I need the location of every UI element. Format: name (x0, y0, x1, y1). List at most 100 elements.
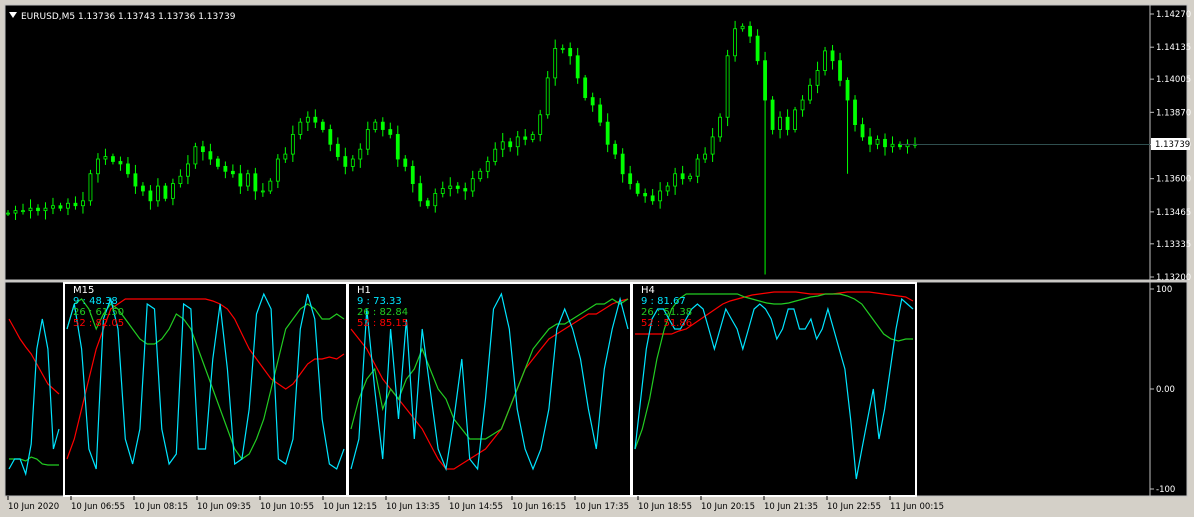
candle-body (178, 175, 183, 184)
time-tick-label: 10 Jun 16:15 (512, 502, 566, 512)
candle-body (455, 185, 460, 189)
candle-body (748, 25, 752, 37)
candle-body (335, 143, 340, 157)
candle-body (66, 202, 70, 209)
candle-body (283, 153, 288, 160)
candle-body (148, 190, 153, 202)
candle-body (845, 79, 850, 101)
candle-body (463, 188, 468, 192)
time-tick-label: 10 Jun 20:15 (701, 502, 755, 512)
candle-body (740, 25, 745, 30)
candle-body (275, 158, 280, 182)
candle-body (200, 146, 205, 153)
price-tick-label: 1.14135 (1156, 43, 1191, 53)
price-tick-label: 1.13335 (1156, 240, 1191, 250)
panel-legend-entry: 52 : 85.15 (357, 318, 408, 329)
candle-body (500, 141, 505, 150)
candle-body (193, 146, 198, 165)
candle-body (680, 173, 685, 180)
time-tick-label: 10 Jun 09:35 (197, 502, 251, 512)
candle-body (365, 129, 370, 150)
time-tick-label: 10 Jun 10:55 (260, 502, 314, 512)
candle-body (73, 202, 78, 207)
candle-body (688, 175, 693, 180)
chart-window: EURUSD,M5 1.13736 1.13743 1.13736 1.1373… (0, 0, 1194, 517)
candle-body (778, 116, 782, 130)
candle-body (350, 158, 355, 167)
candle-body (635, 183, 640, 194)
price-chart-area[interactable] (4, 4, 1188, 281)
candle-body (425, 200, 430, 207)
time-tick-label: 10 Jun 08:15 (134, 502, 188, 512)
candle-body (718, 116, 723, 138)
time-tick-label: 10 Jun 06:55 (71, 502, 125, 512)
panel-legend-entry: 9 : 81.67 (641, 296, 686, 307)
candle-body (568, 48, 573, 57)
candle-body (28, 207, 33, 212)
time-tick-label: 10 Jun 18:55 (638, 502, 692, 512)
panel-timeframe-label: H4 (641, 285, 655, 296)
candle-body (388, 129, 393, 135)
candle-body (268, 180, 273, 192)
price-tick-label: 1.14005 (1156, 75, 1191, 85)
candle-body (395, 134, 400, 160)
panel-timeframe-label: M15 (73, 285, 94, 296)
candle-body (305, 116, 310, 123)
candle-body (358, 148, 363, 160)
candle-body (785, 116, 790, 130)
candle-body (253, 173, 258, 192)
candle-body (583, 77, 588, 98)
candle-body (245, 173, 250, 187)
candle-body (433, 193, 438, 207)
candle-body (485, 161, 490, 172)
panel-legend-entry: 52 : 82.05 (73, 318, 124, 329)
candle-body (800, 99, 805, 111)
panel-legend-entry: 9 : 48.38 (73, 296, 118, 307)
candle-body (298, 121, 303, 135)
candle-body (21, 210, 25, 213)
candle-body (575, 55, 580, 79)
candle-body (860, 124, 865, 138)
candle-body (665, 185, 670, 192)
price-tick-label: 1.13465 (1156, 208, 1191, 218)
candle-body (470, 178, 475, 192)
candle-body (673, 173, 678, 187)
panel-legend-entry: 26 : 82.84 (357, 307, 408, 318)
candle-body (6, 212, 10, 215)
candle-body (328, 129, 333, 145)
candle-body (553, 48, 558, 79)
candle-body (590, 97, 595, 106)
candle-body (710, 136, 715, 155)
time-tick-label: 10 Jun 22:55 (827, 502, 881, 512)
price-tick-label: 1.13870 (1156, 108, 1191, 118)
candle-body (650, 195, 655, 202)
candle-body (515, 136, 520, 148)
candle-body (755, 35, 760, 62)
candle-body (111, 156, 115, 162)
candle-body (380, 121, 385, 130)
candle-body (815, 70, 820, 86)
time-tick-label: 10 Jun 14:55 (449, 502, 503, 512)
candle-body (523, 136, 528, 140)
candle-body (418, 183, 423, 202)
candle-body (808, 84, 812, 101)
panel-legend-entry: 26 : 51.38 (641, 307, 692, 318)
candle-body (58, 205, 63, 209)
candle-body (103, 156, 108, 160)
candle-body (223, 165, 228, 172)
candle-body (823, 50, 827, 71)
candle-body (853, 99, 857, 126)
candle-body (890, 143, 895, 148)
panel-legend-entry: 52 : 51.86 (641, 318, 692, 329)
candle-body (508, 141, 513, 148)
osc-tick-label: 100 (1156, 285, 1172, 295)
candle-body (313, 116, 318, 123)
candle-body (643, 193, 648, 197)
candle-body (238, 173, 243, 187)
candle-body (373, 121, 378, 130)
candle-body (156, 185, 160, 202)
candle-body (343, 156, 348, 167)
candle-body (478, 170, 483, 180)
candle-body (141, 185, 145, 192)
time-tick-label: 11 Jun 00:15 (890, 502, 944, 512)
